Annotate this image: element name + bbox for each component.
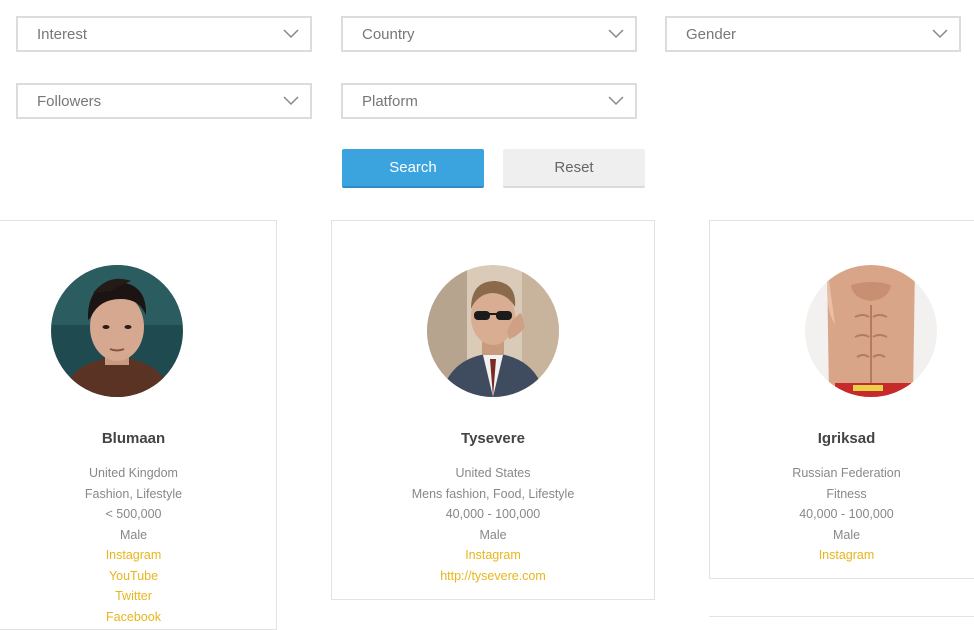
influencer-card: Blumaan United Kingdom Fashion, Lifestyl… <box>0 220 277 630</box>
influencer-gender: Male <box>479 527 507 542</box>
gender-select-label: Gender <box>686 25 737 43</box>
influencer-name: Tysevere <box>461 430 525 447</box>
youtube-link[interactable]: YouTube <box>0 566 276 587</box>
influencer-country: United Kingdom <box>89 466 178 480</box>
avatar <box>805 265 937 397</box>
influencer-interests: Fashion, Lifestyle <box>84 486 183 501</box>
followers-select-label: Followers <box>37 92 102 110</box>
instagram-link[interactable]: Instagram <box>710 545 974 566</box>
influencer-gender: Male <box>832 527 861 542</box>
platform-select[interactable]: Platform <box>341 83 637 119</box>
influencer-card: Igriksad Russian Federation Fitness 40,0… <box>709 220 974 579</box>
influencer-followers: < 500,000 <box>105 507 162 521</box>
country-select[interactable]: Country <box>341 16 637 52</box>
chevron-down-icon <box>283 96 299 106</box>
chevron-down-icon <box>608 29 624 39</box>
interest-select-label: Interest <box>37 25 88 43</box>
influencer-gender: Male <box>119 527 148 542</box>
reset-button[interactable]: Reset <box>503 149 645 188</box>
facebook-link[interactable]: Facebook <box>0 607 276 628</box>
chevron-down-icon <box>932 29 948 39</box>
next-card-edge <box>709 616 974 627</box>
gender-select[interactable]: Gender <box>665 16 961 52</box>
chevron-down-icon <box>608 96 624 106</box>
interest-select[interactable]: Interest <box>16 16 312 52</box>
influencer-followers: 40,000 - 100,000 <box>445 507 541 521</box>
country-select-label: Country <box>362 25 415 43</box>
influencer-interests: Mens fashion, Food, Lifestyle <box>411 486 575 501</box>
influencer-name: Igriksad <box>817 430 876 447</box>
influencer-card: Tysevere United States Mens fashion, Foo… <box>331 220 655 600</box>
influencer-country: Russian Federation <box>792 466 901 480</box>
avatar <box>427 265 559 397</box>
influencer-followers: 40,000 - 100,000 <box>799 507 894 521</box>
influencer-name: Blumaan <box>101 430 166 447</box>
website-link[interactable]: http://tysevere.com <box>332 566 654 587</box>
avatar <box>51 265 183 397</box>
twitter-link[interactable]: Twitter <box>0 586 276 607</box>
chevron-down-icon <box>283 29 299 39</box>
instagram-link[interactable]: Instagram <box>332 545 654 566</box>
platform-select-label: Platform <box>362 92 418 110</box>
search-button[interactable]: Search <box>342 149 484 188</box>
influencer-country: United States <box>455 466 531 480</box>
instagram-link[interactable]: Instagram <box>0 545 276 566</box>
influencer-interests: Fitness <box>826 486 867 501</box>
followers-select[interactable]: Followers <box>16 83 312 119</box>
